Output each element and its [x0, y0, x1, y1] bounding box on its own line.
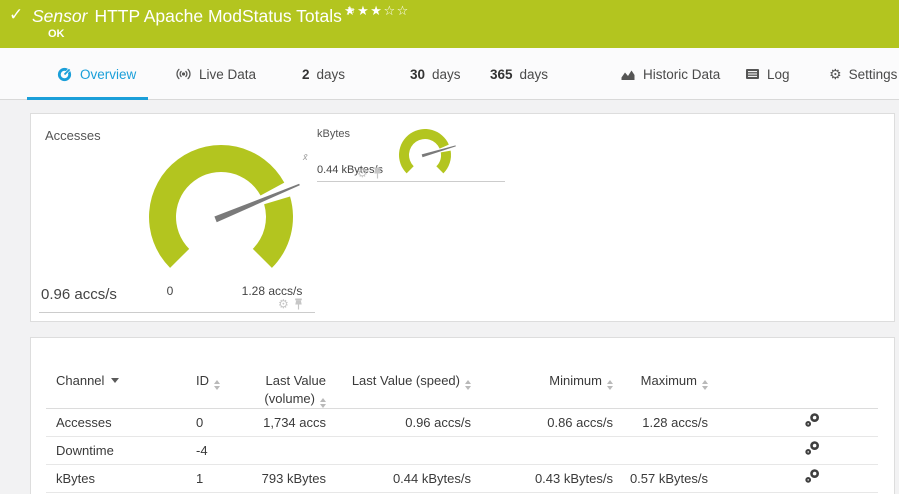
tab-label-number: 30: [410, 67, 425, 82]
gauge-title-accesses: Accesses: [45, 128, 101, 143]
tab-label: Overview: [80, 67, 136, 82]
gauge-divider: [317, 181, 505, 182]
sensor-name: HTTP Apache ModStatus Totals: [94, 6, 341, 26]
tab-label: days: [520, 67, 549, 82]
accesses-current-value: 0.96 accs/s: [41, 286, 117, 303]
page-title: SensorHTTP Apache ModStatus Totals⚐: [32, 5, 356, 27]
gauge-settings-gear-icon[interactable]: ⚙: [278, 298, 289, 310]
sort-icon: [214, 380, 220, 390]
sensor-status-header: ✓ SensorHTTP Apache ModStatus Totals⚐ ★★…: [0, 0, 899, 48]
tab-log[interactable]: Log: [745, 48, 790, 100]
tab-label: Log: [767, 67, 790, 82]
tab-label-number: 2: [302, 67, 310, 82]
live-signal-icon: [175, 67, 192, 81]
gauges-panel: Accesses x̄ 0 1.28 accs/s 0.96 accs/s ⚙ …: [30, 113, 895, 322]
table-row-kbytes[interactable]: kBytes 1 793 kBytes 0.44 kBytes/s 0.43 k…: [46, 465, 878, 493]
channel-name: Downtime: [46, 442, 186, 460]
log-list-icon: [745, 68, 760, 80]
last-value-speed: 0.96 accs/s: [326, 414, 471, 432]
average-marker: x̄: [303, 152, 308, 162]
area-chart-icon: [620, 68, 636, 81]
sort-desc-icon: [111, 378, 119, 383]
sort-icon: [320, 398, 326, 408]
table-row-accesses[interactable]: Accesses 0 1,734 accs 0.96 accs/s 0.86 a…: [46, 409, 878, 437]
column-header-last-volume[interactable]: Last Value (volume): [236, 372, 326, 408]
column-header-last-speed[interactable]: Last Value (speed): [326, 372, 471, 390]
status-badge: OK: [48, 28, 65, 40]
maximum-value: 1.28 accs/s: [613, 414, 708, 432]
maximum-value: 0.57 kBytes/s: [613, 470, 708, 488]
object-type-label: Sensor: [32, 6, 87, 26]
gauge-scale-min: 0: [150, 284, 190, 298]
last-value-volume: 793 kBytes: [236, 470, 326, 488]
channel-settings-gears-icon[interactable]: [804, 468, 821, 484]
accesses-gauge: [141, 137, 301, 287]
tab-label: days: [317, 67, 346, 82]
tab-bar: Overview Live Data 2 days 30 days 365 da…: [0, 48, 899, 100]
channel-settings-gears-icon[interactable]: [804, 440, 821, 456]
channel-name: Accesses: [46, 414, 186, 432]
tab-2-days[interactable]: 2 days: [302, 48, 345, 100]
channel-id: -4: [186, 442, 236, 460]
tab-historic-data[interactable]: Historic Data: [620, 48, 720, 100]
tab-overview[interactable]: Overview: [57, 48, 136, 100]
channel-settings-gears-icon[interactable]: [804, 412, 821, 428]
last-value-speed: 0.44 kBytes/s: [326, 470, 471, 488]
column-header-channel[interactable]: Channel: [46, 372, 186, 390]
kbytes-gauge-tools: ⚙: [357, 167, 382, 179]
gauge-icon: [57, 66, 73, 82]
gauge-divider: [39, 312, 315, 313]
channel-name: kBytes: [46, 470, 186, 488]
tab-365-days[interactable]: 365 days: [490, 48, 548, 100]
gauge-pin-icon[interactable]: [294, 298, 303, 310]
tab-settings[interactable]: ⚙ Settings: [829, 48, 897, 100]
channels-table: Channel ID Last Value (volume) Last Valu…: [46, 358, 878, 493]
tab-label: Settings: [849, 67, 898, 82]
settings-gear-icon: ⚙: [829, 67, 842, 81]
gauge-settings-gear-icon[interactable]: ⚙: [357, 167, 368, 179]
channel-id: 0: [186, 414, 236, 432]
minimum-value: 0.43 kBytes/s: [471, 470, 613, 488]
gauge-scale-max: 1.28 accs/s: [212, 284, 332, 298]
column-header-maximum[interactable]: Maximum: [613, 372, 708, 390]
tab-label: days: [432, 67, 461, 82]
tab-label: Live Data: [199, 67, 256, 82]
sensor-page: ✓ SensorHTTP Apache ModStatus Totals⚐ ★★…: [0, 0, 899, 494]
sort-icon: [702, 380, 708, 390]
minimum-value: 0.86 accs/s: [471, 414, 613, 432]
tab-label: Historic Data: [643, 67, 720, 82]
column-header-minimum[interactable]: Minimum: [471, 372, 613, 390]
tab-live-data[interactable]: Live Data: [175, 48, 256, 100]
gauge-pin-icon[interactable]: [373, 167, 382, 179]
tab-label-number: 365: [490, 67, 513, 82]
column-header-id[interactable]: ID: [186, 372, 236, 390]
priority-stars[interactable]: ★★★☆☆: [344, 3, 410, 19]
kbytes-gauge: [395, 127, 459, 185]
table-header-row: Channel ID Last Value (volume) Last Valu…: [46, 358, 878, 409]
accesses-gauge-tools: ⚙: [278, 298, 303, 310]
ok-check-icon: ✓: [9, 5, 23, 25]
gauge-title-kbytes: kBytes: [317, 128, 350, 140]
table-row-downtime[interactable]: Downtime -4: [46, 437, 878, 465]
channel-id: 1: [186, 470, 236, 488]
channels-panel: Channel ID Last Value (volume) Last Valu…: [30, 337, 895, 494]
active-tab-indicator: [27, 97, 148, 100]
tab-30-days[interactable]: 30 days: [410, 48, 461, 100]
last-value-volume: 1,734 accs: [236, 414, 326, 432]
